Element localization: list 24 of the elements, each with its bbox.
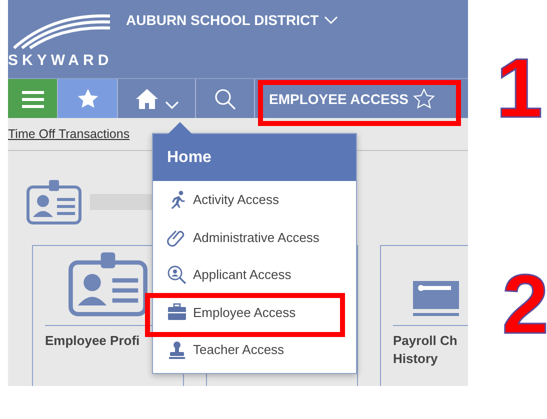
tile-card[interactable]: Payroll Ch History [380, 245, 468, 386]
tile-title: Payroll Ch History [393, 332, 458, 368]
favorites-button[interactable] [58, 79, 118, 118]
caret-icon [164, 101, 178, 110]
step-number: 1 [496, 46, 543, 130]
tile-title: Employee Profi [45, 332, 141, 350]
menu-icon [22, 90, 44, 108]
id-badge-icon [26, 179, 82, 225]
menu-item[interactable]: Activity Access [167, 188, 279, 212]
search-icon [214, 88, 236, 110]
home-icon [134, 88, 158, 110]
current-area-title: EMPLOYEE ACCESS [269, 90, 409, 106]
breadcrumb-link[interactable]: Time Off Transactions [8, 127, 130, 141]
briefcase-icon [167, 302, 187, 322]
logo-text: SKYWARD [8, 52, 113, 69]
star-icon [76, 88, 98, 110]
district-dropdown[interactable]: AUBURN SCHOOL DISTRICT [126, 12, 338, 28]
step-number: 2 [502, 262, 547, 346]
stamp-icon [167, 340, 187, 360]
menu-button[interactable] [8, 79, 58, 118]
person-search-icon [167, 264, 187, 285]
star-outline-icon[interactable] [412, 88, 435, 110]
chevron-down-icon [324, 16, 338, 24]
menu-title: Home [153, 134, 356, 181]
